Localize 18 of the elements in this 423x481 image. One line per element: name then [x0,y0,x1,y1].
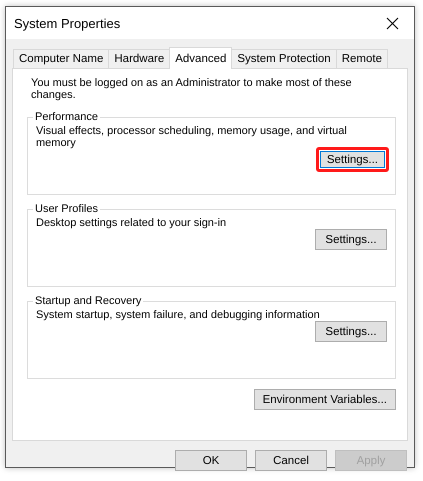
group-description: Desktop settings related to your sign-in [36,217,228,229]
admin-notice: You must be logged on as an Administrator to make most of these changes. [30,77,353,101]
window-title: System Properties [14,16,120,30]
tab[interactable]: Computer Name [13,49,110,68]
group-title: Startup and Recovery [34,295,142,307]
group-title: User Profiles [34,203,99,215]
environment-variables-button[interactable]: Environment Variables... [254,389,396,410]
close-icon [386,16,398,30]
tab[interactable]: Remote [336,49,388,68]
group-description: Visual effects, processor scheduling, memory usage, and virtual memory [36,125,348,149]
group-title: Performance [34,111,99,123]
tab[interactable]: Advanced [169,47,232,69]
settings-button[interactable]: Settings... [315,321,387,342]
group-description: System startup, system failure, and debugging information [36,309,321,321]
settings-button[interactable]: Settings... [316,147,389,172]
dialog-button[interactable]: OK [175,450,247,471]
settings-button[interactable]: Settings... [315,229,387,250]
dialog-button[interactable]: Cancel [255,450,327,471]
